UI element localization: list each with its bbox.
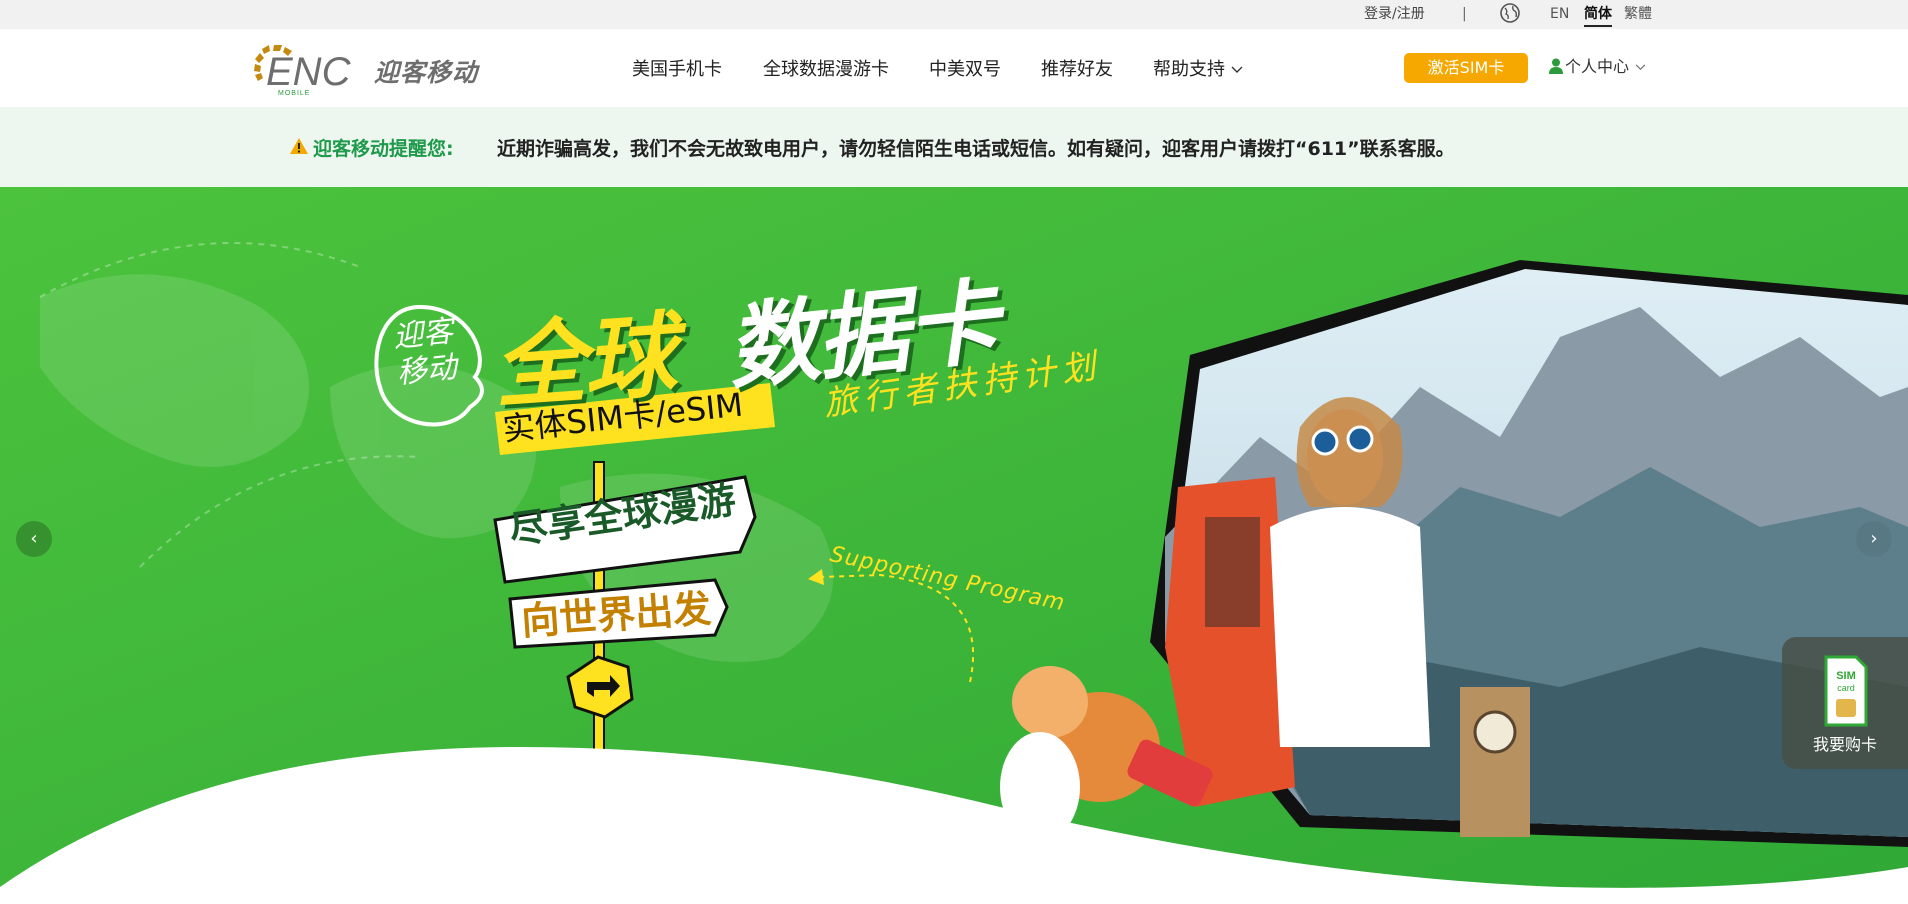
hero-banner[interactable]: 迎客移动 全球 数据卡 实体SIM卡/eSIM 旅行者扶持计划 尽享全球漫游 向…	[0, 187, 1908, 904]
carousel-prev-button[interactable]: ‹	[16, 521, 52, 557]
globe-icon[interactable]	[1499, 2, 1521, 24]
fraud-notice-bar: 迎客移动提醒您: 近期诈骗高发，我们不会无故致电用户，请勿轻信陌生电话或短信。如…	[0, 107, 1908, 187]
buy-card-float-button[interactable]: SIM card 我要购卡	[1782, 637, 1908, 769]
nav-help-support[interactable]: 帮助支持	[1153, 59, 1243, 81]
lang-zh-hant-link[interactable]: 繁體	[1624, 5, 1652, 23]
nav-global-roaming[interactable]: 全球数据漫游卡	[763, 59, 889, 81]
main-header: ENC MOBILE 迎客移动 美国手机卡 全球数据漫游卡 中美双号 推荐好友 …	[0, 29, 1908, 107]
svg-text:MOBILE: MOBILE	[278, 90, 310, 97]
nav-refer-friend[interactable]: 推荐好友	[1041, 59, 1113, 81]
account-menu[interactable]: 个人中心	[1549, 57, 1646, 77]
site-logo[interactable]: ENC MOBILE 迎客移动	[252, 39, 482, 97]
nav-us-sim[interactable]: 美国手机卡	[632, 59, 722, 81]
notice-label: 迎客移动提醒您:	[313, 138, 454, 160]
nav-help-support-label: 帮助支持	[1153, 59, 1225, 80]
svg-text:card: card	[1837, 683, 1855, 693]
chevron-down-icon	[1635, 64, 1646, 71]
carousel-next-button[interactable]: ›	[1856, 521, 1892, 557]
brand-name-cn: 迎客移动	[374, 58, 479, 87]
nav-dual-number[interactable]: 中美双号	[929, 59, 1001, 81]
chevron-right-icon: ›	[1870, 528, 1878, 549]
person-icon	[1549, 58, 1563, 74]
sim-card-icon: SIM card	[1824, 655, 1868, 727]
enc-logo-icon: ENC MOBILE	[254, 45, 352, 97]
account-label: 个人中心	[1565, 57, 1630, 76]
buy-card-label: 我要购卡	[1812, 735, 1877, 754]
lang-zh-hans-link[interactable]: 简体	[1584, 5, 1612, 27]
login-register-link[interactable]: 登录/注册	[1364, 5, 1425, 23]
activate-sim-button[interactable]: 激活SIM卡	[1404, 53, 1528, 83]
lang-en-link[interactable]: EN	[1550, 5, 1569, 23]
chevron-left-icon: ‹	[30, 528, 38, 549]
hero-brand-bubble: 迎客移动	[391, 314, 459, 391]
top-utility-bar: 登录/注册 | EN 简体 繁體	[0, 0, 1908, 29]
svg-text:SIM: SIM	[1836, 670, 1856, 682]
warning-icon	[290, 138, 308, 154]
topbar-separator: |	[1462, 6, 1467, 22]
svg-text:ENC: ENC	[266, 50, 352, 94]
chevron-down-icon	[1231, 66, 1243, 73]
notice-message: 近期诈骗高发，我们不会无故致电用户，请勿轻信陌生电话或短信。如有疑问，迎客用户请…	[497, 138, 1455, 160]
